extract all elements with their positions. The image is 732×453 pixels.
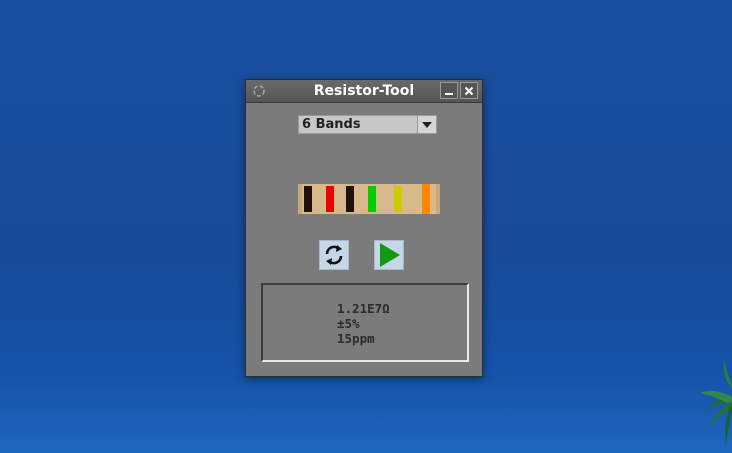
close-button[interactable] (460, 82, 478, 99)
resistor-tool-window: Resistor-Tool 6 Bands 1.21E7Ω ±5% 15ppm (245, 79, 483, 377)
band-count-select[interactable]: 6 Bands (298, 115, 437, 134)
resistor-band-gold (394, 186, 402, 212)
band-count-value: 6 Bands (302, 117, 361, 132)
resistor-band-red (326, 186, 334, 212)
resistor-cap-left (298, 184, 302, 214)
title-bar[interactable]: Resistor-Tool (246, 80, 482, 103)
close-icon (464, 86, 474, 95)
refresh-button[interactable] (319, 240, 349, 270)
chevron-down-icon (422, 121, 432, 128)
resistance-value: 1.21E7Ω (337, 301, 390, 316)
resistor-band-orange (422, 184, 430, 214)
palm-tree-decoration (700, 359, 732, 445)
play-button[interactable] (374, 240, 404, 270)
minimize-button[interactable] (440, 82, 458, 99)
result-panel: 1.21E7Ω ±5% 15ppm (261, 283, 469, 362)
dropdown-button[interactable] (417, 116, 436, 133)
minimize-icon (445, 92, 453, 95)
refresh-icon (325, 245, 343, 265)
tolerance-value: ±5% (337, 316, 360, 331)
resistor-cap-right (436, 184, 440, 214)
resistor-band-black (304, 186, 312, 212)
resistor-graphic (298, 184, 440, 214)
resistor-band-green (368, 186, 376, 212)
temp-coefficient-value: 15ppm (337, 331, 375, 346)
resistor-band-black (346, 186, 354, 212)
play-icon (380, 243, 400, 267)
